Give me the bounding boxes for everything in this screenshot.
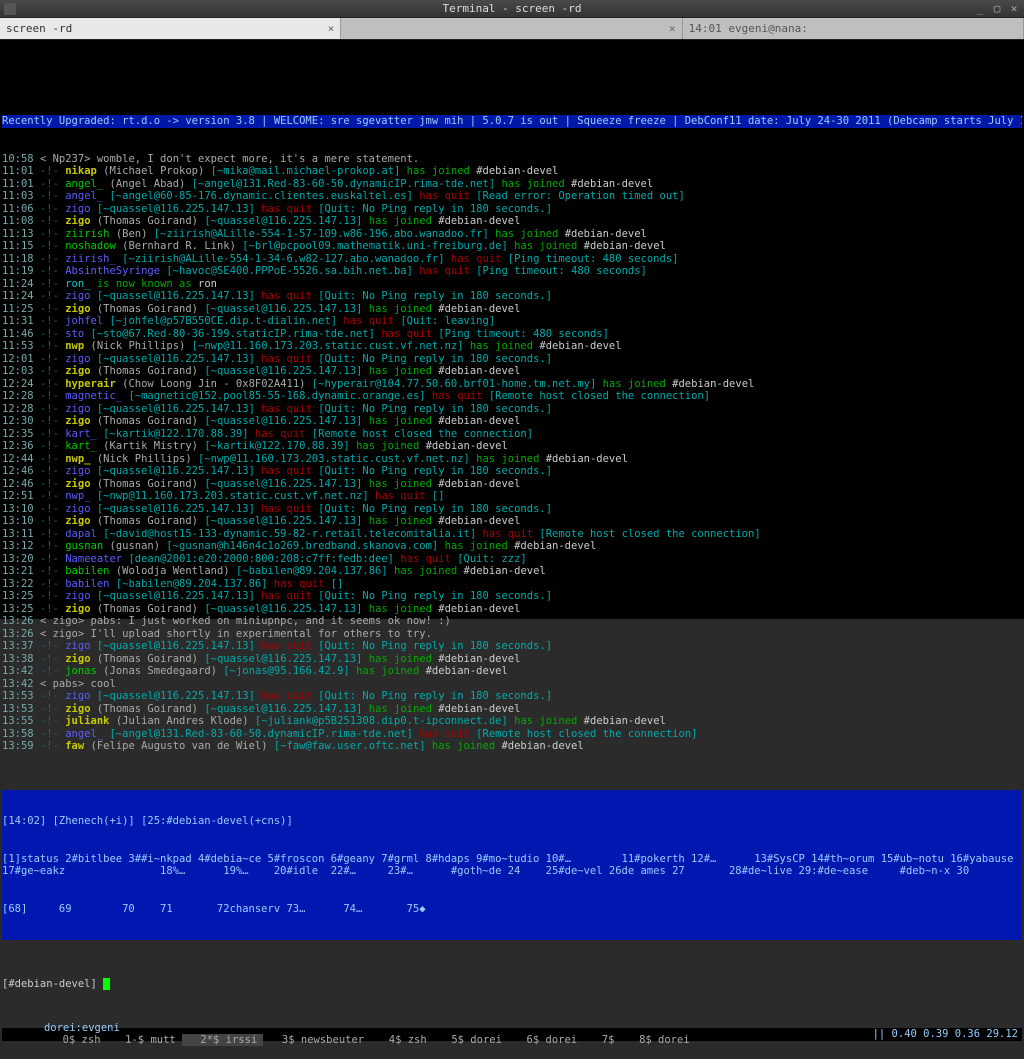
- log-line: 11:24 -!- ron_ is now known as ron: [2, 278, 1022, 291]
- cursor: [103, 978, 110, 990]
- log-line: 13:26 < zigo> pabs: I just worked on min…: [2, 615, 1022, 628]
- tmux-window[interactable]: 8$ dorei: [620, 1034, 695, 1046]
- window-title: Terminal - screen -rd: [442, 2, 581, 15]
- tmux-window[interactable]: 3$ newsbeuter: [263, 1034, 370, 1046]
- log-line: 13:10 -!- zigo (Thomas Goirand) [~quasse…: [2, 515, 1022, 528]
- log-line: 11:25 -!- zigo (Thomas Goirand) [~quasse…: [2, 303, 1022, 316]
- log-line: 11:06 -!- zigo [~quassel@116.225.147.13]…: [2, 203, 1022, 216]
- log-line: 13:25 -!- zigo (Thomas Goirand) [~quasse…: [2, 603, 1022, 616]
- tmux-right: || 0.40 0.39 0.36 29.12: [873, 1028, 1018, 1041]
- log-line: 12:35 -!- kart_ [~kartik@122.170.88.39] …: [2, 428, 1022, 441]
- log-line: 12:36 -!- kart_ (Kartik Mistry) [~kartik…: [2, 440, 1022, 453]
- log-line: 12:28 -!- zigo [~quassel@116.225.147.13]…: [2, 403, 1022, 416]
- terminal-content[interactable]: Think Recently Upgraded: rt.d.o -> versi…: [0, 40, 1024, 619]
- tmux-windows: 0$ zsh 1-$ mutt 2*$ irssi 3$ newsbeuter …: [44, 1034, 696, 1046]
- log-line: 13:22 -!- babilen [~babilen@89.204.137.8…: [2, 578, 1022, 591]
- close-icon[interactable]: ✕: [1007, 2, 1021, 16]
- log-line: 13:12 -!- gusnan (gusnan) [~gusnan@h146n…: [2, 540, 1022, 553]
- window-titlebar: Terminal - screen -rd _ ▢ ✕: [0, 0, 1024, 18]
- terminal-icon: [4, 3, 16, 15]
- log-line: 12:03 -!- zigo (Thomas Goirand) [~quasse…: [2, 365, 1022, 378]
- tab-bar: screen -rd × × 14:01 evgeni@nana:: [0, 18, 1024, 40]
- log-line: 12:30 -!- zigo (Thomas Goirand) [~quasse…: [2, 415, 1022, 428]
- tmux-window[interactable]: 1-$ mutt: [107, 1034, 182, 1046]
- minimize-icon[interactable]: _: [973, 2, 987, 16]
- log-line: 13:37 -!- zigo [~quassel@116.225.147.13]…: [2, 640, 1022, 653]
- channel-topic: Recently Upgraded: rt.d.o -> version 3.8…: [2, 115, 1022, 128]
- tab-2[interactable]: ×: [341, 18, 682, 39]
- log-line: 11:13 -!- ziirish (Ben) [~ziirish@ALille…: [2, 228, 1022, 241]
- tab-close-icon[interactable]: ×: [669, 22, 676, 35]
- log-line: 13:42 < pabs> cool: [2, 678, 1022, 691]
- tab-label: 14:01 evgeni@nana:: [689, 22, 808, 35]
- log-line: 12:28 -!- magnetic_ [~magnetic@152.pool8…: [2, 390, 1022, 403]
- log-line: 11:19 -!- AbsintheSyringe [~havoc@SE400.…: [2, 265, 1022, 278]
- log-line: 13:21 -!- babilen (Wolodja Wentland) [~b…: [2, 565, 1022, 578]
- tmux-window[interactable]: 4$ zsh: [370, 1034, 433, 1046]
- log-line: 11:03 -!- angel_ [~angel@60-85-176.dynam…: [2, 190, 1022, 203]
- log-line: 12:01 -!- zigo [~quassel@116.225.147.13]…: [2, 353, 1022, 366]
- log-line: 11:01 -!- nikap (Michael Prokop) [~mika@…: [2, 165, 1022, 178]
- log-line: 12:46 -!- zigo (Thomas Goirand) [~quasse…: [2, 478, 1022, 491]
- log-line: 11:01 -!- angel_ (Angel Abad) [~angel@13…: [2, 178, 1022, 191]
- log-line: 13:38 -!- zigo (Thomas Goirand) [~quasse…: [2, 653, 1022, 666]
- log-line: 13:10 -!- zigo [~quassel@116.225.147.13]…: [2, 503, 1022, 516]
- log-line: 13:25 -!- zigo [~quassel@116.225.147.13]…: [2, 590, 1022, 603]
- tmux-session: dorei:evgeni: [44, 1022, 120, 1034]
- tab-label: screen -rd: [6, 22, 72, 35]
- log-line: 12:51 -!- nwp_ [~nwp@11.160.173.203.stat…: [2, 490, 1022, 503]
- tmux-window[interactable]: 5$ dorei: [433, 1034, 508, 1046]
- log-line: 13:59 -!- faw (Felipe Augusto van de Wie…: [2, 740, 1022, 753]
- log-line: 13:55 -!- juliank (Julian Andres Klode) …: [2, 715, 1022, 728]
- window-list: [1]status 2#bitlbee 3##i~nkpad 4#debia~c…: [2, 853, 1022, 878]
- log-line: 13:58 -!- angel_ [~angel@131.Red-83-60-5…: [2, 728, 1022, 741]
- log-line: 10:58 < Np237> womble, I don't expect mo…: [2, 153, 1022, 166]
- log-line: 13:42 -!- jonas (Jonas Smedegaard) [~jon…: [2, 665, 1022, 678]
- tmux-status: dorei:evgeni 0$ zsh 1-$ mutt 2*$ irssi 3…: [2, 1028, 1022, 1041]
- tab-screen[interactable]: screen -rd ×: [0, 18, 341, 39]
- log-line: 13:11 -!- dapal [~david@host15-133-dynam…: [2, 528, 1022, 541]
- log-line: 11:31 -!- johfel [~johfel@p57B550CE.dip.…: [2, 315, 1022, 328]
- log-line: 12:46 -!- zigo [~quassel@116.225.147.13]…: [2, 465, 1022, 478]
- tab-close-icon[interactable]: ×: [328, 22, 335, 35]
- input-prompt[interactable]: [#debian-devel]: [2, 978, 1022, 991]
- tmux-window[interactable]: 7$: [583, 1034, 620, 1046]
- irc-log: 10:58 < Np237> womble, I don't expect mo…: [2, 153, 1022, 753]
- log-line: 11:18 -!- ziirish_ [~ziirish@ALille-554-…: [2, 253, 1022, 266]
- tmux-window[interactable]: 0$ zsh: [44, 1034, 107, 1046]
- log-line: 11:53 -!- nwp (Nick Phillips) [~nwp@11.1…: [2, 340, 1022, 353]
- tmux-window[interactable]: 2*$ irssi: [182, 1034, 264, 1046]
- log-line: 13:20 -!- Nameeater [dean@2001:e20:2000:…: [2, 553, 1022, 566]
- tmux-window[interactable]: 6$ dorei: [508, 1034, 583, 1046]
- log-line: 12:44 -!- nwp_ (Nick Phillips) [~nwp@11.…: [2, 453, 1022, 466]
- maximize-icon[interactable]: ▢: [990, 2, 1004, 16]
- log-line: 11:08 -!- zigo (Thomas Goirand) [~quasse…: [2, 215, 1022, 228]
- log-line: 13:26 < zigo> I'll upload shortly in exp…: [2, 628, 1022, 641]
- log-line: 13:53 -!- zigo (Thomas Goirand) [~quasse…: [2, 703, 1022, 716]
- log-line: 13:53 -!- zigo [~quassel@116.225.147.13]…: [2, 690, 1022, 703]
- status-bar-1: [14:02] [Zhenech(+i)] [25:#debian-devel(…: [2, 790, 1022, 940]
- log-line: 11:46 -!- sto [~sto@67.Red-80-36-199.sta…: [2, 328, 1022, 341]
- log-line: 11:24 -!- zigo [~quassel@116.225.147.13]…: [2, 290, 1022, 303]
- log-line: 11:15 -!- noshadow (Bernhard R. Link) [~…: [2, 240, 1022, 253]
- tab-3[interactable]: 14:01 evgeni@nana:: [683, 18, 1024, 39]
- log-line: 12:24 -!- hyperair (Chow Loong Jin - 0x8…: [2, 378, 1022, 391]
